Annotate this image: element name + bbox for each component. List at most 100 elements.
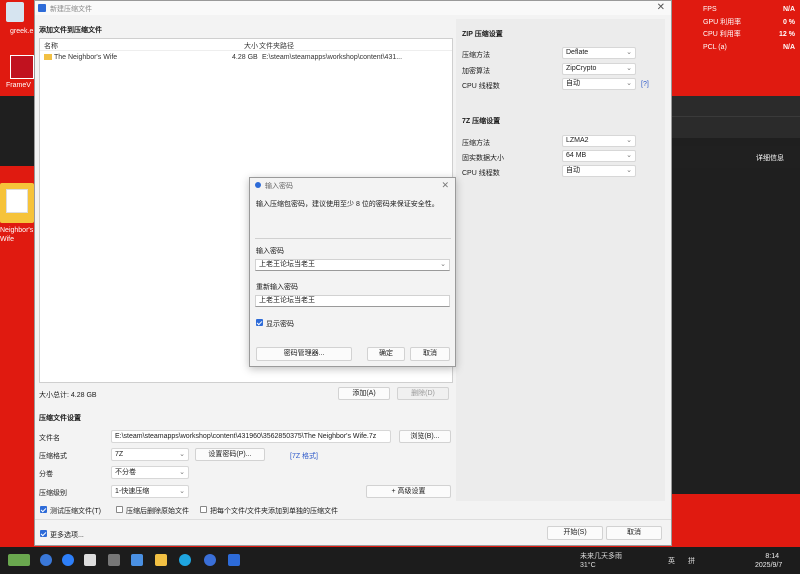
column-size[interactable]: 大小 (244, 41, 258, 51)
recycle-bin-icon[interactable] (6, 2, 24, 22)
format-link[interactable]: [7Z 格式] (290, 451, 318, 461)
osd-label: GPU 利用率 (703, 18, 742, 26)
enter-password-label: 输入密码 (256, 248, 284, 255)
store-icon[interactable] (131, 554, 143, 566)
filename-value: E:\steam\steamapps\workshop\content\4319… (115, 433, 377, 440)
close-icon[interactable]: ✕ (657, 2, 665, 13)
steam-icon[interactable] (108, 554, 120, 566)
show-password-checkbox[interactable] (256, 319, 263, 326)
zip-settings-title: ZIP 压缩设置 (462, 31, 503, 38)
mail-icon[interactable] (84, 554, 96, 566)
more-options-label[interactable]: 更多选项... (50, 530, 84, 540)
framev-app-icon[interactable] (10, 55, 34, 79)
chevron-down-icon: ⌄ (179, 469, 185, 476)
chevron-down-icon[interactable]: ⌄ (440, 260, 446, 270)
edge-icon[interactable] (179, 554, 191, 566)
format-select[interactable]: 7Z ⌄ (111, 448, 189, 461)
reenter-password-value: 上老王论坛当老王 (259, 297, 315, 304)
set-password-button[interactable]: 设置密码(P)... (195, 448, 265, 461)
taskbar: 未来几天多雨 31°C 英 拼 8:14 2025/9/7 (0, 547, 800, 574)
chevron-down-icon: ⌄ (179, 451, 185, 458)
folder-icon (44, 54, 52, 60)
desktop-file-label[interactable]: greek.e (10, 28, 33, 35)
7z-threads-select[interactable]: 自动 ⌄ (562, 165, 636, 177)
column-path[interactable]: 文件夹路径 (259, 41, 294, 51)
delete-button[interactable]: 删除(D) (397, 387, 449, 400)
file-name: The Neighbor's Wife (54, 54, 118, 61)
osd-value: 12 % (779, 31, 795, 38)
split-select[interactable]: 不分卷 ⌄ (111, 466, 189, 479)
start-button[interactable]: 开始(S) (547, 526, 603, 540)
archive-settings-title: 压缩文件设置 (39, 415, 81, 422)
background-window-fragment (0, 96, 34, 166)
password-dialog: 输入密码 ✕ 输入压缩包密码，建议使用至少 8 位的密码来保证安全性。 输入密码… (249, 177, 456, 367)
level-value: 1-快速压缩 (115, 488, 150, 495)
ime-pinyin[interactable]: 拼 (688, 556, 695, 566)
password-title-bar: 输入密码 ✕ (250, 178, 455, 192)
level-label: 压缩级别 (39, 490, 67, 497)
help-link[interactable]: [?] (641, 81, 649, 88)
weather-text: 未来几天多雨 (580, 553, 622, 560)
globe-icon[interactable] (62, 554, 74, 566)
7z-settings-title: 7Z 压缩设置 (462, 118, 501, 125)
7z-threads-label: CPU 线程数 (462, 170, 500, 177)
close-icon[interactable]: ✕ (441, 180, 449, 191)
ime-english[interactable]: 英 (668, 556, 675, 566)
separate-archives-label[interactable]: 把每个文件/文件夹添加到单独的压缩文件 (210, 506, 338, 516)
widget-icon[interactable] (8, 554, 30, 566)
more-options-checkbox[interactable] (40, 530, 47, 537)
add-files-title: 添加文件到压缩文件 (39, 27, 102, 34)
archive-app-icon[interactable] (228, 554, 240, 566)
browse-button[interactable]: 浏览(B)... (399, 430, 451, 443)
weather-widget[interactable]: 未来几天多雨 31°C (580, 552, 622, 570)
app-icon[interactable] (204, 554, 216, 566)
settings-panel: ZIP 压缩设置 压缩方法 Deflate ⌄ 加密算法 ZipCrypto ⌄ C… (456, 19, 665, 501)
zip-method-select[interactable]: Deflate ⌄ (562, 47, 636, 59)
app-icon (255, 182, 261, 188)
zip-encrypt-select[interactable]: ZipCrypto ⌄ (562, 63, 636, 75)
clock-date: 2025/9/7 (755, 562, 783, 569)
chevron-down-icon: ⌄ (626, 80, 632, 87)
password-dialog-title: 输入密码 (265, 183, 293, 190)
7z-method-select[interactable]: LZMA2 ⌄ (562, 135, 636, 147)
zip-method-label: 压缩方法 (462, 52, 490, 59)
test-archive-label[interactable]: 测试压缩文件(T) (50, 506, 101, 516)
test-archive-checkbox[interactable] (40, 506, 47, 513)
clock[interactable]: 8:14 2025/9/7 (755, 552, 783, 570)
total-size: 大小总计: 4.28 GB (39, 392, 97, 399)
add-button[interactable]: 添加(A) (338, 387, 390, 400)
password-cancel-button[interactable]: 取消 (410, 347, 450, 361)
7z-threads-value: 自动 (566, 167, 580, 174)
ok-button[interactable]: 确定 (367, 347, 405, 361)
advanced-settings-button[interactable]: + 高级设置 (366, 485, 451, 498)
delete-after-label[interactable]: 压缩后删除原始文件 (126, 506, 189, 516)
filename-input[interactable]: E:\steam\steamapps\workshop\content\4319… (111, 430, 391, 443)
7z-solid-select[interactable]: 64 MB ⌄ (562, 150, 636, 162)
7z-method-label: 压缩方法 (462, 140, 490, 147)
performance-overlay: FPS N/A GPU 利用率 0 % CPU 利用率 12 % PCL (a) N/A (703, 4, 795, 54)
reenter-password-input[interactable]: 上老王论坛当老王 (255, 295, 450, 307)
7z-solid-label: 固实数据大小 (462, 155, 504, 162)
network-icon[interactable] (40, 554, 52, 566)
detail-info-button[interactable]: 详细信息 (756, 153, 784, 163)
zip-encrypt-value: ZipCrypto (566, 65, 597, 72)
osd-value: 0 % (782, 18, 795, 26)
zip-encrypt-label: 加密算法 (462, 68, 490, 75)
level-select[interactable]: 1-快速压缩 ⌄ (111, 485, 189, 498)
file-size: 4.28 GB (232, 54, 258, 61)
column-name[interactable]: 名称 (44, 41, 58, 51)
filename-label: 文件名 (39, 435, 60, 442)
osd-value: N/A (782, 43, 795, 51)
cancel-button[interactable]: 取消 (606, 526, 662, 540)
osd-label: FPS (703, 6, 717, 13)
separate-archives-checkbox[interactable] (200, 506, 207, 513)
folder-icon[interactable] (0, 183, 34, 223)
zip-method-value: Deflate (566, 49, 589, 56)
show-password-label[interactable]: 显示密码 (266, 319, 294, 329)
enter-password-input[interactable]: 上老王论坛当老王 ⌄ (255, 259, 450, 271)
file-explorer-icon[interactable] (155, 554, 167, 566)
table-row[interactable]: The Neighbor's Wife 4.28 GB E:\steam\ste… (40, 52, 452, 64)
delete-after-checkbox[interactable] (116, 506, 123, 513)
zip-threads-select[interactable]: 自动 ⌄ (562, 78, 636, 90)
password-manager-button[interactable]: 密码管理器... (256, 347, 352, 361)
